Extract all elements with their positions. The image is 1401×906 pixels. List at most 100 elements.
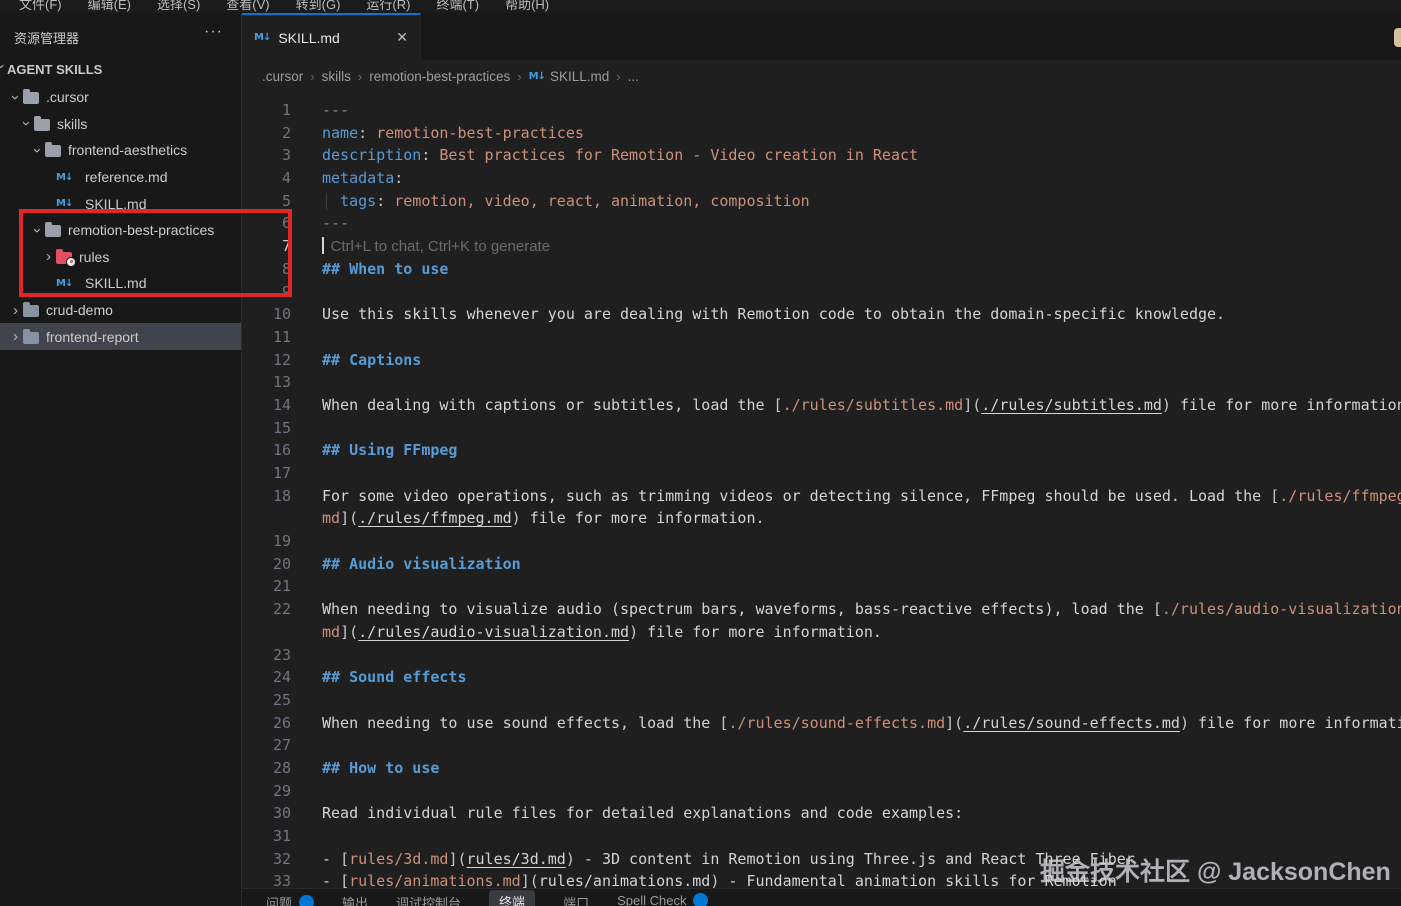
panel-tab-spell-check[interactable]: Spell Check	[617, 893, 708, 906]
tree-item-skills[interactable]: › skills	[0, 111, 241, 138]
editor[interactable]: 1---2name: remotion-best-practices3descr…	[242, 93, 1401, 888]
more-actions-button[interactable]: ···	[204, 23, 223, 41]
code-text: When dealing with captions or subtitles,…	[322, 394, 1401, 417]
markdown-file-icon: M↓	[56, 172, 78, 183]
line-number: 24	[242, 666, 291, 689]
tree-item-rules[interactable]: › rules	[0, 244, 241, 271]
tree-item-remotion-best-practices[interactable]: › remotion-best-practices	[0, 217, 241, 244]
menu-item[interactable]: 选择(S)	[144, 0, 213, 5]
code-line[interactable]: 21	[242, 575, 1401, 598]
code-line[interactable]: 28## How to use	[242, 757, 1401, 780]
code-line[interactable]: 17	[242, 462, 1401, 485]
breadcrumb-separator-icon: ›	[310, 69, 314, 84]
panel-tab-调试控制台[interactable]: 调试控制台	[396, 893, 461, 906]
code-line[interactable]: 5 tags: remotion, video, react, animatio…	[242, 190, 1401, 213]
code-line[interactable]: 1---	[242, 99, 1401, 122]
breadcrumb-item[interactable]: ...	[628, 69, 639, 84]
tree-item-frontend-aesthetics[interactable]: › frontend-aesthetics	[0, 137, 241, 164]
code-line[interactable]: 9	[242, 281, 1401, 304]
code-line[interactable]: 23	[242, 644, 1401, 667]
code-line[interactable]: 22 When needing to visualize audio (spect…	[242, 598, 1401, 621]
code-line[interactable]: 4 metadata:	[242, 167, 1401, 190]
menu-item[interactable]: 运行(R)	[353, 0, 423, 5]
line-number: 4	[242, 167, 291, 190]
code-line[interactable]: 6---	[242, 212, 1401, 235]
panel-tab-label: 调试控制台	[396, 893, 461, 906]
code-line[interactable]: 15	[242, 417, 1401, 440]
folder-badge	[66, 257, 76, 267]
code-line[interactable]: 29	[242, 780, 1401, 803]
menu-item[interactable]: 查看(V)	[213, 0, 282, 5]
code-line[interactable]: 18For some video operations, such as tri…	[242, 485, 1401, 508]
code-text: ---	[322, 212, 349, 235]
breadcrumb-item[interactable]: skills	[322, 69, 351, 84]
code-line[interactable]: 19	[242, 530, 1401, 553]
tree-item-skill-md[interactable]: M↓ SKILL.md	[0, 190, 241, 217]
section-header-agent-skills[interactable]: › AGENT SKILLS	[0, 61, 102, 77]
code-text: For some video operations, such as trimm…	[322, 485, 1401, 508]
tree-item-frontend-report[interactable]: › frontend-report	[0, 323, 241, 350]
line-number: 3	[242, 144, 291, 167]
line-number: 27	[242, 734, 291, 757]
code-line[interactable]: 12## Captions	[242, 349, 1401, 372]
watermark: 掘金技术社区 @ JacksonChen	[1040, 852, 1391, 888]
tree-item-skill-md[interactable]: M↓ SKILL.md	[0, 270, 241, 297]
menu-item[interactable]: 终端(T)	[423, 0, 492, 5]
panel-tab-问题[interactable]: 问题	[266, 893, 314, 906]
top-right-clipped-button[interactable]	[1394, 28, 1401, 47]
menu-item[interactable]: 文件(F)	[6, 0, 75, 5]
code-line[interactable]: 2name: remotion-best-practices	[242, 122, 1401, 145]
code-text: Read individual rule files for detailed …	[322, 802, 963, 825]
breadcrumb-item[interactable]: M↓SKILL.md	[529, 69, 610, 84]
code-line[interactable]: 16## Using FFmpeg	[242, 439, 1401, 462]
code-line[interactable]: 10Use this skills whenever you are deali…	[242, 303, 1401, 326]
code-line[interactable]: 27	[242, 734, 1401, 757]
tree-item-crud-demo[interactable]: › crud-demo	[0, 297, 241, 324]
line-number: 2	[242, 122, 291, 145]
panel-tab-端口[interactable]: 端口	[563, 893, 589, 906]
line-number: 11	[242, 326, 291, 349]
code-line[interactable]: 11	[242, 326, 1401, 349]
menu-item[interactable]: 帮助(H)	[492, 0, 562, 5]
code-line[interactable]: 8## When to use	[242, 258, 1401, 281]
code-line[interactable]: 30 Read individual rule files for detaile…	[242, 802, 1401, 825]
code-line[interactable]: 25	[242, 689, 1401, 712]
code-text: metadata:	[322, 167, 403, 190]
code-line[interactable]: 3description: Best practices for Remotio…	[242, 144, 1401, 167]
menu-item[interactable]: 转到(G)	[283, 0, 354, 5]
panel-tab-终端[interactable]: 终端	[489, 890, 535, 906]
line-number: 30	[242, 802, 291, 825]
code-line[interactable]: md](./rules/ffmpeg.md) file for more inf…	[242, 507, 1401, 530]
line-number: 22	[242, 598, 291, 621]
editor-group: M↓ SKILL.md ✕ .cursor›skills›remotion-be…	[242, 13, 1401, 906]
folder-icon	[45, 225, 61, 237]
code-line[interactable]: md](./rules/audio-visualization.md) file…	[242, 621, 1401, 644]
panel-tab-输出[interactable]: 输出	[342, 893, 368, 906]
tree-item--cursor[interactable]: › .cursor	[0, 84, 241, 111]
tab-skill-md[interactable]: M↓ SKILL.md ✕	[242, 13, 421, 60]
line-number: 14	[242, 394, 291, 417]
menu-item[interactable]: 编辑(E)	[75, 0, 144, 5]
code-line[interactable]: 20## Audio visualization	[242, 553, 1401, 576]
markdown-file-icon: M↓	[56, 198, 78, 209]
chevron-down-icon: ›	[18, 116, 35, 131]
breadcrumb-label: remotion-best-practices	[369, 69, 510, 84]
chevron-down-icon: ›	[7, 90, 24, 105]
code-text: ## Sound effects	[322, 666, 467, 689]
folder-icon	[34, 119, 50, 131]
line-number: 21	[242, 575, 291, 598]
breadcrumb-item[interactable]: remotion-best-practices	[369, 69, 510, 84]
close-icon[interactable]: ✕	[396, 29, 408, 46]
line-number: 12	[242, 349, 291, 372]
tree-item-reference-md[interactable]: M↓ reference.md	[0, 164, 241, 191]
panel-tab-label: 终端	[499, 892, 525, 906]
tab-title: SKILL.md	[278, 30, 339, 46]
code-line[interactable]: 31	[242, 825, 1401, 848]
code-line[interactable]: 24 ## Sound effects	[242, 666, 1401, 689]
code-line[interactable]: 26When needing to use sound effects, loa…	[242, 712, 1401, 735]
code-line[interactable]: 14 When dealing with captions or subtitle…	[242, 394, 1401, 417]
code-text: When needing to visualize audio (spectru…	[322, 598, 1401, 621]
code-line[interactable]: 7Ctrl+L to chat, Ctrl+K to generate	[242, 235, 1401, 258]
code-line[interactable]: 13	[242, 371, 1401, 394]
breadcrumb-item[interactable]: .cursor	[262, 69, 303, 84]
